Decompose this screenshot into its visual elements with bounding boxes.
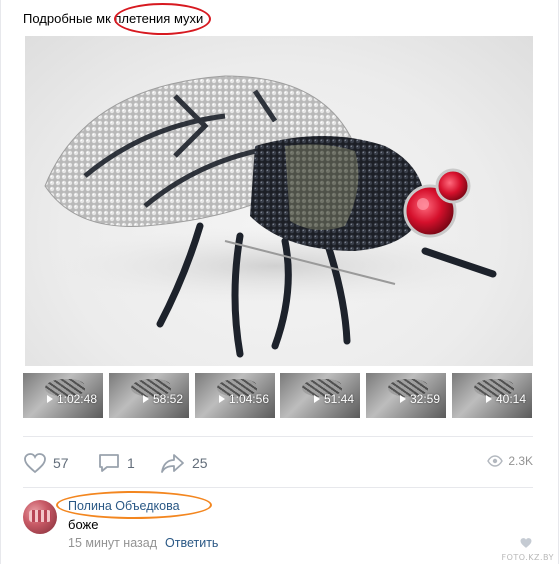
shares-count: 25 (192, 455, 208, 471)
beaded-fly-illustration (44, 75, 505, 358)
eye-icon (487, 455, 504, 467)
video-thumbnail[interactable]: 32:59 (366, 373, 446, 418)
video-duration: 51:44 (313, 392, 354, 406)
wall-post: Подробные мк плетения мухи 1:02:48 58:52… (0, 0, 559, 564)
video-duration: 1:04:56 (218, 392, 269, 406)
comment-icon (99, 454, 119, 472)
video-thumbnail[interactable]: 40:14 (452, 373, 532, 418)
video-thumbnail[interactable]: 51:44 (280, 373, 360, 418)
share-button[interactable]: 25 (160, 452, 208, 474)
comments-count: 1 (127, 455, 135, 471)
views-count: 2.3K (508, 454, 533, 468)
video-duration: 32:59 (399, 392, 440, 406)
play-icon (313, 395, 320, 403)
video-duration: 58:52 (142, 392, 183, 406)
post-actions-bar: 57 1 25 2.3K (23, 448, 533, 478)
like-button[interactable]: 57 (23, 452, 69, 474)
avatar[interactable] (23, 500, 57, 534)
comment-button[interactable]: 1 (97, 452, 135, 474)
video-thumbnail[interactable]: 1:02:48 (23, 373, 103, 418)
post-text-highlight: плетения мухи (114, 11, 204, 26)
comment-like-button[interactable] (519, 536, 533, 554)
comment-meta: 15 минут назад Ответить (68, 536, 218, 550)
play-icon (142, 395, 149, 403)
play-icon (399, 395, 406, 403)
play-icon (218, 395, 225, 403)
watermark: FOTO.KZ.BY (501, 553, 554, 562)
comment: Полина Объедкова боже 15 минут назад Отве… (23, 491, 533, 555)
post-text: Подробные мк плетения мухи (23, 10, 203, 28)
likes-count: 57 (53, 455, 69, 471)
heart-icon (24, 453, 46, 474)
video-thumbnails: 1:02:48 58:52 1:04:56 51:44 32:59 40:14 (23, 373, 533, 418)
divider (23, 436, 533, 437)
play-icon (485, 395, 492, 403)
divider (23, 487, 533, 488)
comment-author-link[interactable]: Полина Объедкова (68, 499, 180, 513)
video-duration: 40:14 (485, 392, 526, 406)
video-duration: 1:02:48 (46, 392, 97, 406)
play-icon (46, 395, 53, 403)
reply-link[interactable]: Ответить (165, 536, 218, 550)
views-counter: 2.3K (487, 454, 533, 468)
post-text-prefix: Подробные мк (23, 11, 115, 26)
comment-text: боже (68, 517, 99, 532)
video-thumbnail[interactable]: 1:04:56 (195, 373, 275, 418)
comment-timestamp[interactable]: 15 минут назад (68, 536, 157, 550)
heart-icon (520, 538, 532, 548)
share-arrow-icon (161, 454, 184, 473)
main-photo-beaded-fly[interactable] (25, 36, 533, 366)
video-thumbnail[interactable]: 58:52 (109, 373, 189, 418)
